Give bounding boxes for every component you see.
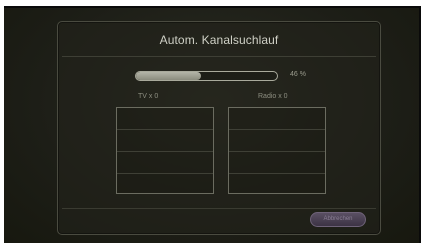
list-row-divider bbox=[117, 173, 213, 174]
dialog-title: Autom. Kanalsuchlauf bbox=[159, 33, 279, 47]
channel-scan-dialog: Autom. Kanalsuchlauf 46 % TV x 0 Radio x… bbox=[57, 21, 381, 235]
list-row-divider bbox=[229, 129, 325, 130]
list-row-divider bbox=[117, 129, 213, 130]
tv-count-label: TV x 0 bbox=[138, 93, 159, 100]
cancel-button[interactable]: Abbrechen bbox=[310, 212, 366, 227]
list-row-divider bbox=[229, 173, 325, 174]
footer-divider bbox=[62, 208, 376, 209]
tv-channel-list bbox=[116, 107, 214, 194]
progress-percent-label: 46 % bbox=[290, 71, 306, 78]
radio-channel-list bbox=[228, 107, 326, 194]
scan-progress-fill bbox=[136, 72, 201, 80]
tv-screen: Autom. Kanalsuchlauf 46 % TV x 0 Radio x… bbox=[4, 6, 421, 243]
list-row-divider bbox=[229, 151, 325, 152]
list-row-divider bbox=[117, 151, 213, 152]
radio-count-label: Radio x 0 bbox=[258, 93, 288, 100]
scan-progress-bar bbox=[135, 71, 278, 81]
title-divider bbox=[62, 56, 376, 57]
